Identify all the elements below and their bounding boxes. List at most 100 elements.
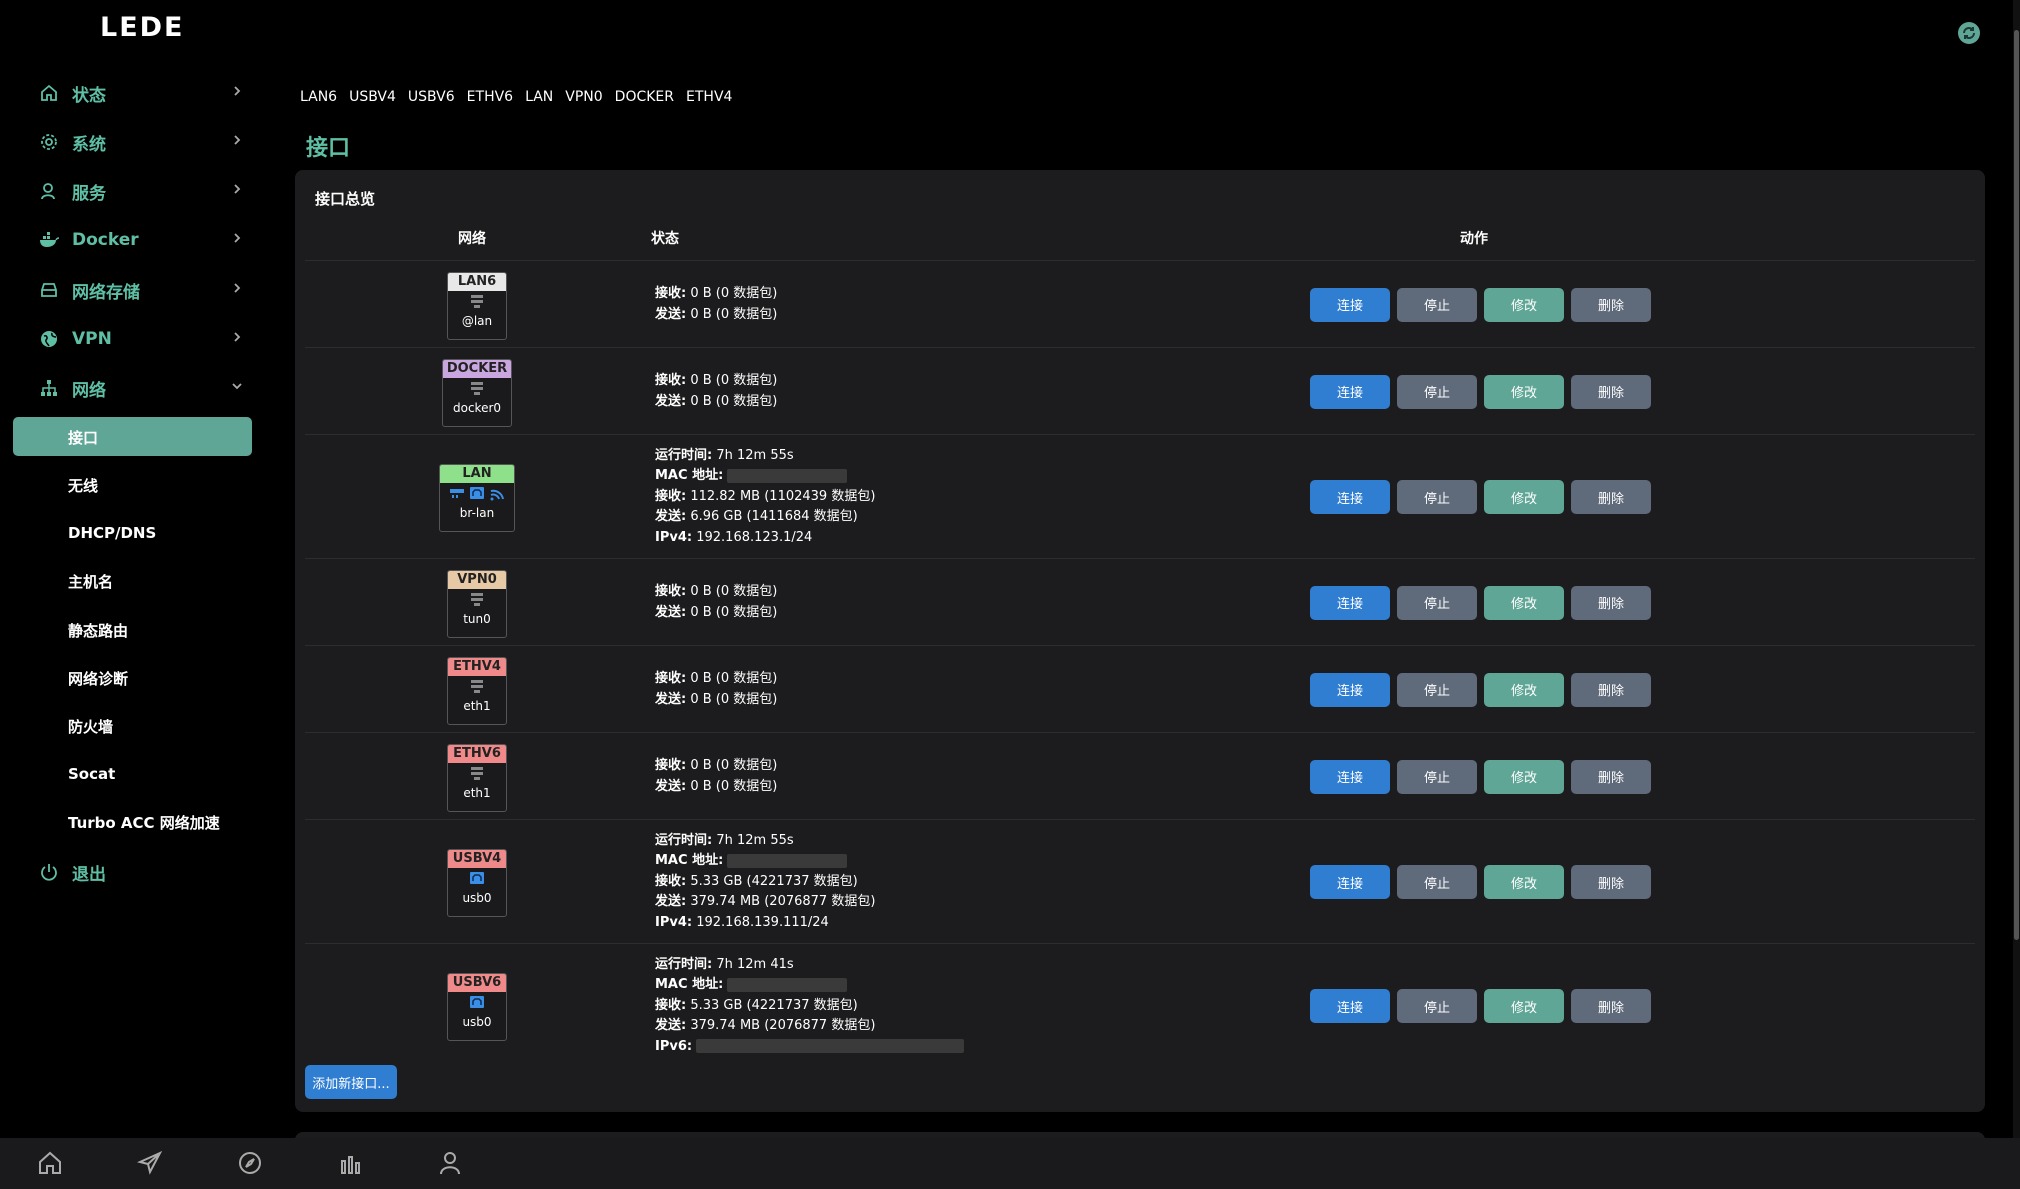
menu-item-system[interactable]: 系统 [38,124,248,160]
tab-docker[interactable]: DOCKER [615,89,674,105]
stop-button[interactable]: 停止 [1397,287,1477,322]
submenu-item-firewall[interactable]: 防火墙 [68,710,113,742]
compass-icon[interactable] [236,1149,264,1177]
user-icon[interactable] [436,1149,464,1177]
tab-vpn0[interactable]: VPN0 [565,89,602,105]
tab-lan6[interactable]: LAN6 [300,89,337,105]
stop-button[interactable]: 停止 [1397,759,1477,794]
interface-badge[interactable]: LAN6 @lan [447,271,507,340]
interface-status: 接收: 0 B (0 数据包) 发送: 0 B (0 数据包) [655,371,777,412]
submenu-item-hostnames[interactable]: 主机名 [68,565,113,597]
submenu-item-turbo-acc[interactable]: Turbo ACC 网络加速 [68,806,220,838]
status-line-tx: 发送: 0 B (0 数据包) [655,392,777,413]
send-icon[interactable] [136,1149,164,1177]
refresh-icon[interactable] [1957,21,1981,45]
menu-item-logout[interactable]: 退出 [38,854,248,890]
chart-icon[interactable] [336,1149,364,1177]
interfaces-panel: 接口总览 网络 状态 动作 LAN6 @lan 接收: 0 B (0 数据包) 发送:… [295,170,1985,1112]
connect-button[interactable]: 连接 [1310,374,1390,409]
submenu-item-dhcp-dns[interactable]: DHCP/DNS [68,517,156,549]
menu-item-services[interactable]: 服务 [38,173,248,209]
scrollbar-thumb[interactable] [2014,30,2019,940]
edit-button[interactable]: 修改 [1484,672,1564,707]
status-line-ipv4: IPv4: 192.168.123.1/24 [655,528,875,549]
status-line-mac: MAC 地址: [655,975,964,996]
interface-badge[interactable]: VPN0 tun0 [447,569,507,638]
status-value: 6.96 GB (1411684 数据包) [690,509,858,525]
edit-button[interactable]: 修改 [1484,865,1564,899]
menu-item-storage[interactable]: 网络存储 [38,272,248,308]
stop-button[interactable]: 停止 [1397,585,1477,620]
delete-button[interactable]: 删除 [1571,989,1651,1023]
status-label: IPv4: [655,914,693,930]
connect-button[interactable]: 连接 [1310,287,1390,322]
delete-button[interactable]: 删除 [1571,672,1651,707]
menu-item-network[interactable]: 网络 [38,370,248,406]
interface-device: usb0 [462,891,492,905]
menu-label: 退出 [72,864,106,885]
tab-usbv4[interactable]: USBV4 [349,89,396,105]
delete-button[interactable]: 删除 [1571,287,1651,322]
delete-button[interactable]: 删除 [1571,374,1651,409]
submenu-item-wireless[interactable]: 无线 [68,469,98,501]
menu-item-status[interactable]: 状态 [38,75,248,111]
edit-button[interactable]: 修改 [1484,374,1564,409]
ethernet-port-icon [469,591,485,611]
delete-button[interactable]: 删除 [1571,585,1651,620]
status-label: 运行时间: [655,832,713,848]
edit-button[interactable]: 修改 [1484,989,1564,1023]
connect-button[interactable]: 连接 [1310,672,1390,707]
add-interface-button[interactable]: 添加新接口... [305,1065,397,1099]
submenu-item-socat[interactable]: Socat [68,758,115,790]
interface-device-icons [448,293,506,313]
stop-button[interactable]: 停止 [1397,989,1477,1023]
delete-button[interactable]: 删除 [1571,480,1651,514]
interface-badge[interactable]: USBV6 usb0 [447,973,507,1041]
interface-status: 接收: 0 B (0 数据包) 发送: 0 B (0 数据包) [655,756,777,797]
connect-button[interactable]: 连接 [1310,989,1390,1023]
status-line-tx: 发送: 0 B (0 数据包) [655,305,777,326]
connect-button[interactable]: 连接 [1310,865,1390,899]
interface-badge[interactable]: ETHV6 eth1 [447,743,507,812]
interface-badge[interactable]: DOCKER docker0 [442,358,512,427]
connect-button[interactable]: 连接 [1310,480,1390,514]
tab-ethv4[interactable]: ETHV4 [686,89,732,105]
edit-button[interactable]: 修改 [1484,287,1564,322]
delete-button[interactable]: 删除 [1571,865,1651,899]
bottom-bar [0,1138,2020,1189]
app-logo[interactable]: LEDE [100,12,185,43]
docker-icon [38,229,60,251]
home-icon[interactable] [36,1149,64,1177]
redacted-value [727,977,848,992]
status-label: 发送: [655,306,687,322]
edit-button[interactable]: 修改 [1484,480,1564,514]
submenu-item-static-routes[interactable]: 静态路由 [68,614,128,646]
delete-button[interactable]: 删除 [1571,759,1651,794]
tab-lan[interactable]: LAN [525,89,553,105]
stop-button[interactable]: 停止 [1397,865,1477,899]
chevron-right-icon [234,135,241,145]
menu-label: VPN [72,329,112,349]
status-label: 发送: [655,509,687,525]
interface-badge[interactable]: LAN br-lan [439,464,515,532]
stop-button[interactable]: 停止 [1397,480,1477,514]
status-line-rx: 接收: 0 B (0 数据包) [655,371,777,392]
status-line-rx: 接收: 0 B (0 数据包) [655,669,777,690]
interface-badge[interactable]: USBV4 usb0 [447,849,507,917]
submenu-item-interfaces[interactable]: 接口 [13,417,252,456]
interface-device: usb0 [462,1015,492,1029]
menu-item-docker[interactable]: Docker [38,222,248,258]
status-line-tx: 发送: 0 B (0 数据包) [655,690,777,711]
tab-usbv6[interactable]: USBV6 [408,89,455,105]
connect-button[interactable]: 连接 [1310,585,1390,620]
tab-ethv6[interactable]: ETHV6 [467,89,513,105]
connect-button[interactable]: 连接 [1310,759,1390,794]
edit-button[interactable]: 修改 [1484,759,1564,794]
edit-button[interactable]: 修改 [1484,585,1564,620]
status-value: 379.74 MB (2076877 数据包) [690,894,876,910]
stop-button[interactable]: 停止 [1397,374,1477,409]
stop-button[interactable]: 停止 [1397,672,1477,707]
interface-badge[interactable]: ETHV4 eth1 [447,656,507,725]
submenu-item-diagnostics[interactable]: 网络诊断 [68,662,128,694]
menu-item-vpn[interactable]: VPN [38,321,248,357]
